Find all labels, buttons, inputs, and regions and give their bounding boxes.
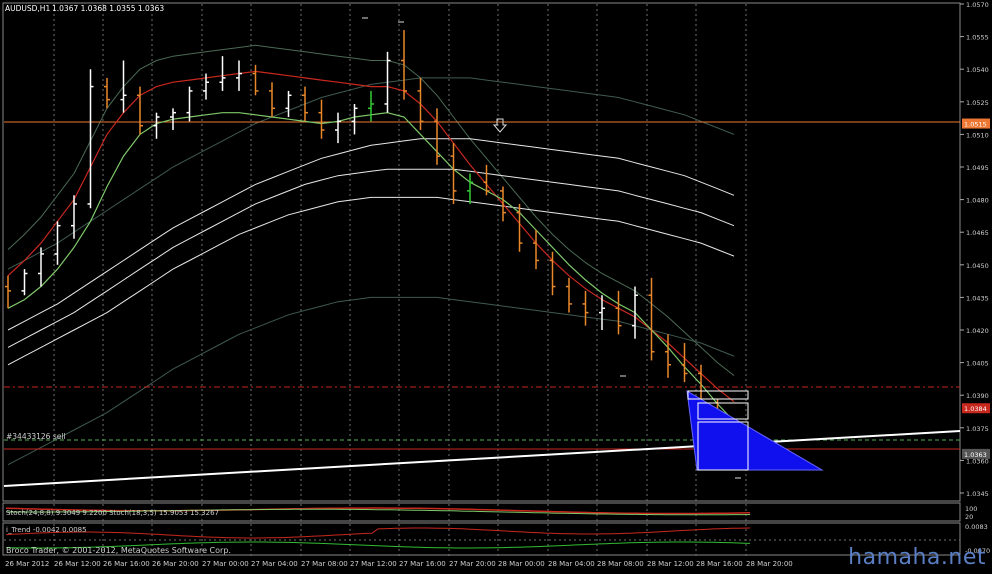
- price-chart[interactable]: 1.0570 1.0555 1.0540 1.0525 1.0510 1.0495 1.04…: [0, 0, 992, 570]
- white-mid-band: [7, 168, 735, 348]
- ohlc-readout: 1.0367 1.0368 1.0355 1.0363: [52, 4, 164, 13]
- time-label: 27 Mar 16:00: [399, 560, 446, 568]
- ohlc-bar: [87, 69, 94, 209]
- ohlc-bar: [302, 86, 308, 122]
- ohlc-bar: [21, 269, 28, 296]
- ohlc-bar: [681, 343, 688, 383]
- order-label: #34433126 sell: [6, 432, 66, 441]
- time-label: 27 Mar 12:00: [350, 560, 397, 568]
- drawing-objects: [362, 17, 824, 479]
- ohlc-bar: [483, 164, 490, 196]
- price-tag-label: 1.0384: [964, 405, 987, 413]
- green-moving-average: [7, 112, 735, 422]
- ohlc-bar: [120, 60, 127, 113]
- time-label: 28 Mar 16:00: [696, 560, 743, 568]
- price-tick-label: 1.0450: [966, 262, 989, 270]
- stoch-scale-bottom: 20: [965, 513, 973, 521]
- time-label: 28 Mar 08:00: [597, 560, 644, 568]
- ohlc-bar: [318, 99, 325, 139]
- time-axis[interactable]: 26 Mar 2012 26 Mar 12:00 26 Mar 16:00 26 Ma…: [5, 560, 793, 568]
- ohlc-bar: [236, 60, 242, 91]
- stoch-label: Stoch(24,8,8) 9.3049 9.2200 Stoch(18,3,5…: [6, 509, 219, 517]
- ohlc-bar: [632, 286, 638, 339]
- time-label: 28 Mar 00:00: [498, 560, 545, 568]
- ohlc-bar: [450, 143, 457, 204]
- chart-window[interactable]: 1.0570 1.0555 1.0540 1.0525 1.0510 1.0495 1.04…: [0, 0, 992, 570]
- price-tick-label: 1.0465: [966, 229, 989, 237]
- time-label: 27 Mar 08:00: [301, 560, 348, 568]
- arrow-down-icon: [492, 118, 508, 133]
- ohlc-bar: [285, 90, 292, 118]
- ohlc-bar: [566, 277, 572, 313]
- stoch-scale-top: 100: [965, 505, 977, 513]
- ohlc-bar: [467, 173, 473, 204]
- copyright-text: Broco Trader, © 2001-2012, MetaQuotes So…: [6, 546, 231, 555]
- price-tick-label: 1.0375: [966, 425, 989, 433]
- trend-line: [3, 430, 961, 487]
- price-tag: 1.0363: [962, 448, 990, 459]
- ohlc-bar: [5, 275, 11, 309]
- ohlc-bar: [104, 77, 110, 109]
- main-pane-frame: [2, 2, 961, 502]
- price-tag: 1.0515: [962, 118, 990, 129]
- price-tick-label: 1.0420: [966, 327, 989, 335]
- price-tick-label: 1.0540: [966, 66, 989, 74]
- time-label: 26 Mar 16:00: [103, 560, 150, 568]
- time-label: 26 Mar 20:00: [152, 560, 199, 568]
- ohlc-bar: [269, 82, 275, 118]
- ohlc-bar: [219, 56, 226, 91]
- price-tick-label: 1.0495: [966, 164, 989, 172]
- ohlc-bar: [54, 221, 61, 265]
- ohlc-bar: [582, 290, 589, 326]
- ohlc-bar: [351, 103, 358, 135]
- itrend-label: i_Trend -0.0042 0.0085: [6, 526, 87, 534]
- price-tag-label: 1.0363: [964, 451, 987, 459]
- horizontal-lines: [3, 121, 961, 487]
- price-tick-label: 1.0390: [966, 392, 989, 400]
- ohlc-bar: [500, 186, 506, 222]
- ohlc-bar: [434, 108, 440, 165]
- ohlc-bar: [648, 277, 655, 361]
- itrend-red-line: [5, 527, 751, 539]
- price-axis[interactable]: 1.0570 1.0555 1.0540 1.0525 1.0510 1.0495 1.04…: [960, 1, 990, 498]
- price-tick-label: 1.0555: [966, 34, 989, 42]
- price-tick-label: 1.0435: [966, 294, 989, 302]
- ohlc-bar: [335, 112, 341, 144]
- time-label: 26 Mar 12:00: [54, 560, 101, 568]
- time-label: 27 Mar 00:00: [202, 560, 249, 568]
- itrend-scale-top: 0.0083: [965, 523, 988, 531]
- ohlc-bar: [368, 90, 374, 122]
- ohlc-bar: [153, 112, 160, 139]
- price-tag-label: 1.0515: [964, 121, 987, 129]
- ohlc-bar: [252, 64, 259, 96]
- white-lower-band: [7, 196, 735, 366]
- price-tick-label: 1.0405: [966, 360, 989, 368]
- price-tick-label: 1.0480: [966, 197, 989, 205]
- time-label: 28 Mar 04:00: [548, 560, 595, 568]
- time-label: 26 Mar 2012: [5, 560, 49, 568]
- time-label: 27 Mar 20:00: [449, 560, 496, 568]
- price-tick-label: 1.0345: [966, 490, 989, 498]
- ohlc-bars: [5, 30, 737, 465]
- watermark-text: hamaha.net: [848, 545, 986, 570]
- price-tag: 1.0384: [962, 403, 990, 414]
- price-tick-label: 1.0525: [966, 99, 989, 107]
- symbol-title: AUDUSD,H1: [5, 4, 50, 13]
- moving-averages: [7, 70, 735, 422]
- ohlc-bar: [533, 230, 539, 270]
- time-label: 28 Mar 12:00: [647, 560, 694, 568]
- time-label: 27 Mar 04:00: [251, 560, 298, 568]
- time-label: 28 Mar 20:00: [746, 560, 793, 568]
- ohlc-bar: [615, 290, 622, 335]
- price-tick-label: 1.0570: [966, 1, 989, 9]
- price-tick-label: 1.0510: [966, 131, 989, 139]
